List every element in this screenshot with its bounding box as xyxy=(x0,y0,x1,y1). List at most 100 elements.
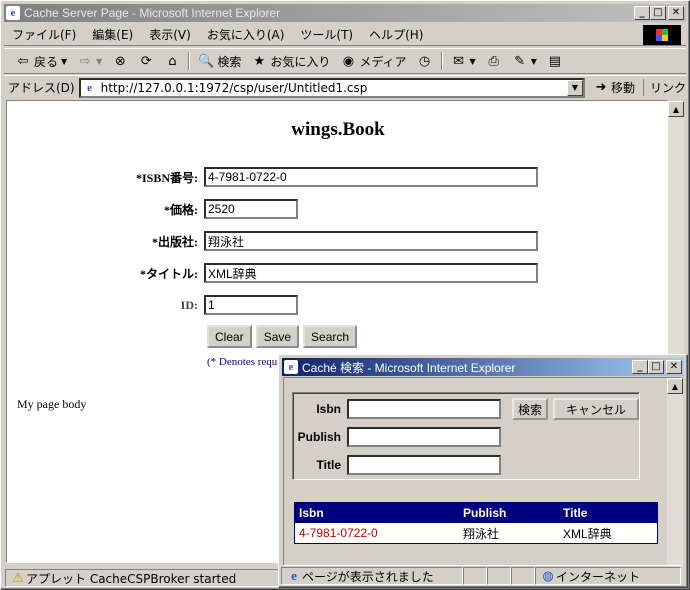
price-input[interactable]: 2520 xyxy=(204,199,298,219)
menu-view[interactable]: 表示(V) xyxy=(141,26,199,43)
popup-title-bar[interactable]: e Caché 検索 - Microsoft Internet Explorer… xyxy=(282,358,684,376)
media-icon: ◉ xyxy=(342,53,355,69)
title-label: *タイトル: xyxy=(140,266,198,281)
search-isbn-input[interactable] xyxy=(347,399,501,419)
result-isbn-link[interactable]: 4-7981-0722-0 xyxy=(295,526,461,540)
menu-tools[interactable]: ツール(T) xyxy=(292,26,361,43)
close-button[interactable]: ✕ xyxy=(668,6,684,20)
results-header: Isbn Publish Title xyxy=(295,503,657,523)
menu-favorites[interactable]: お気に入り(A) xyxy=(199,26,293,43)
id-label: ID: xyxy=(180,297,198,312)
windows-logo-icon xyxy=(643,25,681,45)
popup-minimize-button[interactable]: _ xyxy=(632,360,648,374)
go-arrow-icon: ➜ xyxy=(595,80,607,95)
main-status-bar: ⚠ アプレット CacheCSPBroker started xyxy=(5,568,281,588)
table-row[interactable]: 4-7981-0722-0 翔泳社 XML辞典 xyxy=(295,523,657,543)
page-done-icon: e xyxy=(291,568,297,583)
forward-button[interactable]: ⇨ ▼ xyxy=(72,53,107,69)
address-input[interactable]: e http://127.0.0.1:1972/csp/user/Untitle… xyxy=(78,77,585,98)
media-button[interactable]: ◉ メディア xyxy=(335,53,411,70)
form-row-id: ID: 1 xyxy=(7,295,298,315)
search-button[interactable]: 🔍 検索 xyxy=(193,53,246,70)
warning-icon: ⚠ xyxy=(12,570,24,586)
page-icon: e xyxy=(87,81,93,94)
menu-edit[interactable]: 編集(E) xyxy=(84,26,141,43)
page-title: wings.Book xyxy=(291,119,385,140)
favorites-icon: ★ xyxy=(253,53,266,69)
print-icon: ⎙ xyxy=(488,53,499,69)
popup-status-text: ページが表示されました xyxy=(302,569,434,584)
main-status-text: アプレット CacheCSPBroker started xyxy=(26,571,237,586)
id-input[interactable]: 1 xyxy=(204,295,298,315)
search-icon: 🔍 xyxy=(198,53,215,69)
main-title-bar[interactable]: e Cache Server Page - Microsoft Internet… xyxy=(4,4,686,22)
results-col-isbn: Isbn xyxy=(299,506,324,520)
menu-help[interactable]: ヘルプ(H) xyxy=(361,26,431,43)
popup-cancel-button[interactable]: キャンセル xyxy=(553,398,639,420)
form-row-isbn: *ISBN番号: 4-7981-0722-0 xyxy=(7,167,538,187)
address-dropdown-icon[interactable]: ▼ xyxy=(566,79,583,96)
results-table: Isbn Publish Title 4-7981-0722-0 翔泳社 XML… xyxy=(294,502,658,544)
popup-content: Isbn Publish Title 検索 キャンセル Isbn Publish… xyxy=(283,377,682,566)
go-button[interactable]: ➜ 移動 xyxy=(593,79,635,96)
title-input[interactable]: XML辞典 xyxy=(204,263,538,283)
edit-icon: ✎ xyxy=(514,53,526,69)
popup-window-title: Caché 検索 - Microsoft Internet Explorer xyxy=(302,360,516,375)
favorites-button[interactable]: ★ お気に入り xyxy=(246,53,335,70)
stop-icon: ⊗ xyxy=(114,53,126,69)
refresh-icon: ⟳ xyxy=(140,53,152,69)
menu-file[interactable]: ファイル(F) xyxy=(4,26,84,43)
popup-vertical-scrollbar[interactable]: ▲ xyxy=(667,378,683,565)
page-body-text: My page body xyxy=(17,397,87,411)
forward-dropdown-icon: ▼ xyxy=(96,56,103,66)
popup-maximize-button[interactable]: □ xyxy=(648,360,664,374)
search-popup-window: e Caché 検索 - Microsoft Internet Explorer… xyxy=(278,354,688,588)
popup-close-button[interactable]: ✕ xyxy=(666,360,682,374)
form-row-publisher: *出版社: 翔泳社 xyxy=(7,231,538,251)
form-row-price: *価格: 2520 xyxy=(7,199,298,219)
results-col-publish: Publish xyxy=(463,506,507,520)
popup-search-button[interactable]: 検索 xyxy=(512,398,548,420)
save-button[interactable]: Save xyxy=(255,325,300,348)
stop-button[interactable]: ⊗ xyxy=(107,53,133,69)
search-row-isbn: Isbn xyxy=(293,399,501,419)
address-bar: アドレス(D) e http://127.0.0.1:1972/csp/user… xyxy=(4,75,686,99)
mail-button[interactable]: ✉ ▼ xyxy=(446,53,481,69)
home-button[interactable]: ⌂ xyxy=(159,53,185,69)
search-form-button[interactable]: Search xyxy=(303,325,358,348)
clear-button[interactable]: Clear xyxy=(207,325,252,348)
isbn-label: *ISBN番号: xyxy=(135,170,198,185)
discuss-button[interactable]: ▤ xyxy=(542,53,568,69)
price-label: *価格: xyxy=(164,202,198,217)
address-label: アドレス(D) xyxy=(8,81,75,95)
refresh-button[interactable]: ⟳ xyxy=(133,53,159,69)
publisher-label: *出版社: xyxy=(152,234,198,249)
search-isbn-label: Isbn xyxy=(316,402,341,416)
results-col-title: Title xyxy=(563,506,588,520)
search-publish-input[interactable] xyxy=(347,427,501,447)
search-row-title: Title xyxy=(293,455,501,475)
links-button[interactable]: リンク xyxy=(642,79,686,96)
form-row-title: *タイトル: XML辞典 xyxy=(7,263,538,283)
search-title-input[interactable] xyxy=(347,455,501,475)
home-icon: ⌂ xyxy=(168,53,177,69)
scroll-up-icon[interactable]: ▲ xyxy=(668,101,684,117)
maximize-button[interactable]: □ xyxy=(650,6,666,20)
isbn-input[interactable]: 4-7981-0722-0 xyxy=(204,167,538,187)
search-publish-label: Publish xyxy=(297,430,341,444)
history-button[interactable]: ◷ xyxy=(412,53,438,69)
print-button[interactable]: ⎙ xyxy=(481,53,507,69)
internet-zone-icon: ◍ xyxy=(542,568,554,584)
search-title-label: Title xyxy=(316,458,341,472)
popup-scroll-up-icon[interactable]: ▲ xyxy=(667,378,683,394)
publisher-input[interactable]: 翔泳社 xyxy=(204,231,538,251)
popup-ie-icon: e xyxy=(284,360,298,374)
result-title: XML辞典 xyxy=(563,526,612,541)
required-note: (* Denotes requ xyxy=(207,356,278,368)
edit-button[interactable]: ✎ ▼ xyxy=(507,53,542,69)
back-button[interactable]: ⇦ 戻る ▼ xyxy=(10,53,72,70)
minimize-button[interactable]: _ xyxy=(634,6,650,20)
forward-arrow-icon: ⇨ xyxy=(79,53,91,69)
form-buttons: Clear Save Search xyxy=(207,325,361,348)
standard-toolbar: ⇦ 戻る ▼ ⇨ ▼ ⊗ ⟳ ⌂ 🔍 検索 ★ お気に入り ◉ メディア ◷ ✉… xyxy=(4,48,686,74)
